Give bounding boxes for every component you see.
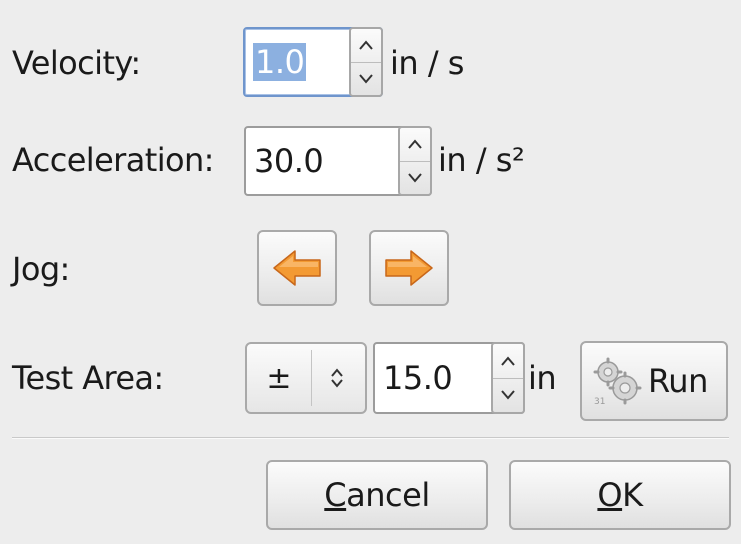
- velocity-unit: in / s: [390, 44, 464, 82]
- chevron-down-icon: [408, 173, 422, 183]
- acceleration-label: Acceleration:: [12, 141, 214, 179]
- test-area-increment-button[interactable]: [493, 344, 523, 378]
- chevron-up-icon: [359, 40, 373, 50]
- chevron-up-icon: [501, 356, 515, 366]
- button-divider: [12, 437, 729, 439]
- test-area-direction-combo[interactable]: ±: [245, 342, 367, 414]
- test-area-spinbox[interactable]: 15.0: [373, 342, 525, 414]
- velocity-label: Velocity:: [12, 44, 141, 82]
- ok-mnemonic: O: [597, 476, 623, 514]
- cancel-mnemonic: C: [324, 476, 347, 514]
- chevron-down-icon: [501, 390, 515, 400]
- acceleration-spin-arrows[interactable]: [398, 126, 432, 196]
- velocity-decrement-button[interactable]: [351, 61, 381, 96]
- ok-label-rest: K: [622, 476, 643, 514]
- combo-toggle[interactable]: [309, 344, 365, 412]
- acceleration-unit: in / s²: [438, 141, 525, 179]
- jog-label: Jog:: [12, 250, 70, 288]
- cancel-label-rest: ancel: [346, 476, 430, 514]
- test-area-decrement-button[interactable]: [493, 377, 523, 413]
- velocity-value[interactable]: 1.0: [253, 43, 307, 81]
- jog-left-button[interactable]: [257, 230, 337, 306]
- test-area-unit: in: [528, 359, 557, 397]
- chevron-down-icon: [359, 74, 373, 84]
- cancel-button[interactable]: Cancel: [266, 460, 488, 530]
- direction-selected-value: ±: [266, 360, 292, 396]
- motion-settings-dialog: Velocity: 1.0 in / s Acceleration: 30.0 …: [0, 0, 741, 544]
- chevron-up-icon: [408, 139, 422, 149]
- acceleration-spinbox[interactable]: 30.0: [244, 126, 432, 196]
- jog-right-button[interactable]: [369, 230, 449, 306]
- test-area-label: Test Area:: [12, 359, 164, 397]
- acceleration-value[interactable]: 30.0: [254, 142, 324, 180]
- run-button-label: Run: [648, 362, 708, 400]
- arrow-left-icon: [273, 250, 321, 286]
- velocity-spin-arrows[interactable]: [349, 27, 383, 97]
- arrow-right-icon: [385, 250, 433, 286]
- ok-button[interactable]: OK: [509, 460, 731, 530]
- acceleration-decrement-button[interactable]: [400, 160, 430, 195]
- test-area-spin-arrows[interactable]: [491, 342, 525, 414]
- svg-text:31: 31: [594, 397, 605, 407]
- chevron-up-down-icon: [331, 368, 343, 388]
- velocity-increment-button[interactable]: [351, 29, 381, 62]
- gears-icon: 31: [593, 357, 642, 407]
- cancel-button-label: Cancel: [324, 476, 430, 514]
- velocity-spinbox[interactable]: 1.0: [243, 27, 383, 97]
- ok-button-label: OK: [597, 476, 643, 514]
- acceleration-increment-button[interactable]: [400, 128, 430, 161]
- test-area-value[interactable]: 15.0: [383, 359, 453, 397]
- run-button[interactable]: 31 Run: [580, 341, 728, 421]
